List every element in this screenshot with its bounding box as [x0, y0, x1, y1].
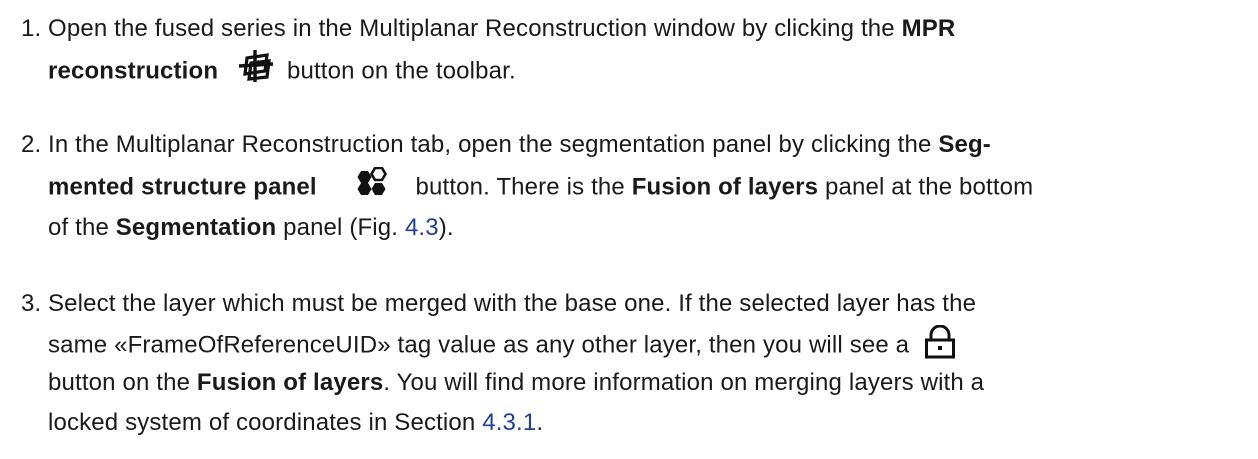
step-3-line-2: same «FrameOfReferenceUID» tag value as … — [48, 325, 957, 363]
step-3-line-4: locked system of coordinates in Section … — [48, 409, 543, 437]
step-2-line-3: of the Segmentation panel (Fig. 4.3). — [48, 214, 454, 242]
step-2-line-2: mented structure panel button. There is … — [48, 167, 1034, 203]
text: button on the — [48, 369, 197, 396]
bold-text: Fusion of layers — [631, 173, 819, 201]
step-3-line-3: button on the Fusion of layers. You will… — [48, 369, 984, 397]
text: In the Multiplanar Reconstruction tab, o… — [48, 131, 939, 158]
step-1-line-2: reconstruction button on the toolbar. — [48, 50, 516, 89]
section-link[interactable]: 4.3.1 — [482, 409, 536, 436]
step-3-line-1: Select the layer which must be merged wi… — [48, 290, 976, 318]
step-number: 1. — [21, 15, 42, 42]
figure-link[interactable]: 4.3 — [405, 214, 439, 241]
mpr-reconstruction-icon — [238, 49, 274, 83]
step-2-line-1: In the Multiplanar Reconstruction tab, o… — [48, 131, 991, 159]
bold-text: mented structure panel — [48, 173, 317, 201]
text: panel at the bottom — [818, 173, 1034, 201]
step-number: 2. — [21, 131, 42, 158]
bold-text: reconstruction — [48, 57, 219, 85]
segmented-structure-panel-icon — [355, 167, 387, 197]
text: Open the fused series in the Multiplanar… — [48, 15, 902, 42]
bold-text: Seg- — [938, 131, 991, 158]
text: ). — [438, 214, 454, 241]
text: . — [536, 409, 544, 436]
text: locked system of coordinates in Section — [48, 409, 483, 436]
lock-icon — [923, 325, 957, 359]
document-page: 1. Open the fused series in the Multipla… — [0, 0, 1258, 459]
bold-text: MPR — [901, 15, 956, 42]
text: button. There is the — [408, 173, 632, 201]
step-number: 3. — [21, 290, 42, 317]
bold-text: Segmentation — [115, 214, 277, 241]
text: Select the layer which must be merged wi… — [48, 290, 977, 317]
text: same «FrameOfReferenceUID» tag value as … — [48, 331, 910, 359]
text: . You will find more information on merg… — [383, 369, 985, 396]
text: of the — [48, 214, 116, 241]
text: button on the toolbar. — [280, 57, 516, 85]
bold-text: Fusion of layers — [196, 369, 384, 396]
step-1-line-1: Open the fused series in the Multiplanar… — [48, 15, 955, 43]
text: panel (Fig. — [276, 214, 405, 241]
